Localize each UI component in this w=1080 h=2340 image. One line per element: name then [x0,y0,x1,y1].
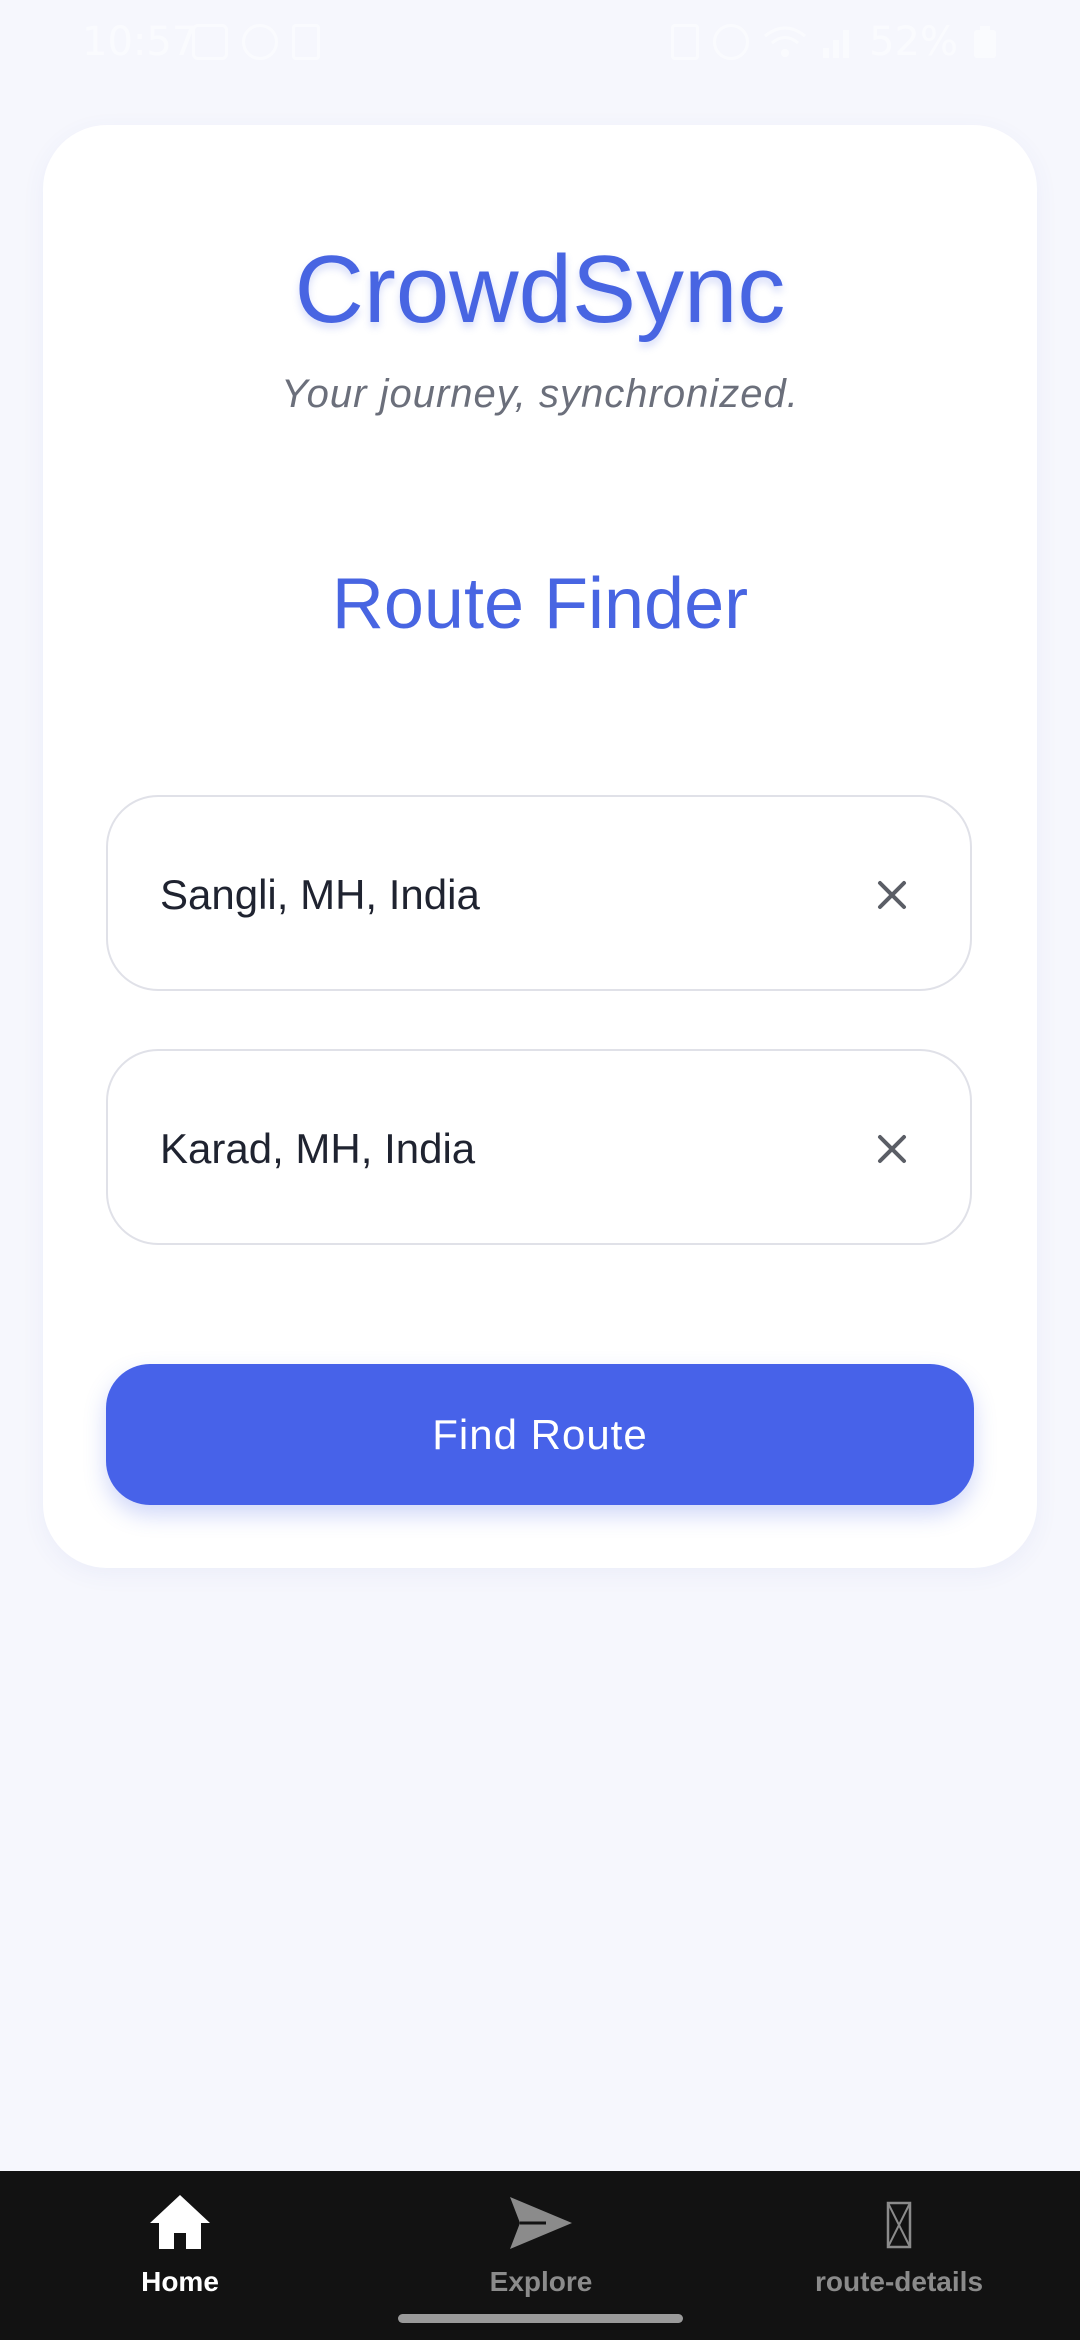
battery-percent: 52% [869,19,958,65]
app-title: CrowdSync [294,236,786,343]
nav-item-home[interactable]: Home [60,2191,300,2301]
close-icon [878,881,906,909]
home-icon [150,2195,210,2249]
route-finder-card: CrowdSync Your journey, synchronized. Ro… [43,125,1037,1568]
clear-origin-button[interactable] [860,863,924,927]
bottom-nav: Home Explore route-details [0,2171,1080,2340]
nav-item-route-details[interactable]: route-details [779,2191,1019,2301]
route-finder-title: Route Finder [331,564,749,644]
status-system-icons: 52% [671,18,998,66]
signal-icon [823,30,850,58]
clear-destination-button[interactable] [860,1117,924,1181]
nav-label-home: Home [141,2266,219,2297]
data-icon [292,24,320,60]
find-route-button[interactable]: Find Route [106,1364,974,1505]
alarm-icon [713,24,750,60]
status-bar: 10:57 52% [0,0,1080,84]
nav-label-explore: Explore [489,2266,593,2297]
close-icon [878,1135,906,1163]
app-icon [242,24,278,60]
send-icon [510,2197,572,2249]
sim-icon [671,24,700,60]
wifi-icon [764,26,807,57]
app-tagline: Your journey, synchronized. [281,372,799,416]
origin-field [106,795,972,991]
status-notification-icons [192,24,320,60]
destination-input[interactable] [160,1099,800,1199]
battery-icon [974,26,996,58]
origin-input[interactable] [160,845,800,945]
home-indicator[interactable] [398,2314,683,2323]
nav-item-explore[interactable]: Explore [421,2191,661,2301]
status-time: 10:57 [82,19,198,65]
nav-label-route-details: route-details [814,2266,984,2297]
missing-glyph-icon [886,2201,912,2249]
destination-field [106,1049,972,1245]
gallery-icon [192,24,228,60]
